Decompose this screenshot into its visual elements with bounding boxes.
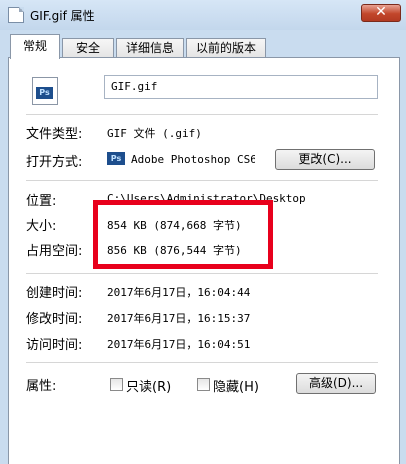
tab-general[interactable]: 常规	[10, 34, 60, 59]
modified-label: 修改时间:	[26, 312, 83, 327]
size-label: 大小:	[26, 219, 57, 234]
type-value: GIF 文件 (.gif)	[107, 127, 202, 140]
red-highlight-box	[93, 200, 273, 269]
opens-with-label: 打开方式:	[26, 155, 83, 170]
change-button[interactable]: 更改(C)...	[275, 149, 375, 170]
title-bar: GIF.gif 属性 ✕	[0, 0, 406, 30]
close-button[interactable]: ✕	[361, 4, 401, 22]
location-label: 位置:	[26, 194, 57, 209]
tab-previous-versions[interactable]: 以前的版本	[186, 38, 266, 58]
photoshop-app-icon: Ps	[107, 152, 125, 165]
advanced-button[interactable]: 高级(D)...	[296, 373, 376, 394]
photoshop-file-icon: Ps	[32, 77, 58, 105]
created-value: 2017年6月17日，16:04:44	[107, 286, 251, 299]
opens-with-value: Adobe Photoshop CS6	[131, 153, 255, 166]
photoshop-badge: Ps	[36, 87, 53, 99]
modified-value: 2017年6月17日，16:15:37	[107, 312, 251, 325]
accessed-value: 2017年6月17日，16:04:51	[107, 338, 251, 351]
tab-details[interactable]: 详细信息	[116, 38, 184, 58]
separator	[26, 362, 378, 363]
hidden-checkbox[interactable]	[197, 378, 210, 391]
readonly-checkbox[interactable]	[110, 378, 123, 391]
window-title: GIF.gif 属性	[30, 9, 95, 23]
separator	[26, 114, 378, 115]
type-label: 文件类型:	[26, 127, 83, 142]
created-label: 创建时间:	[26, 286, 83, 301]
readonly-label[interactable]: 只读(R)	[126, 376, 171, 395]
size-on-disk-label: 占用空间:	[26, 244, 83, 259]
file-name-input[interactable]: GIF.gif	[104, 75, 378, 99]
accessed-label: 访问时间:	[26, 338, 83, 353]
attributes-label: 属性:	[26, 379, 57, 394]
separator	[26, 180, 378, 181]
separator	[26, 273, 378, 274]
hidden-label[interactable]: 隐藏(H)	[213, 376, 259, 395]
file-icon	[8, 7, 24, 23]
tab-security[interactable]: 安全	[62, 38, 114, 58]
